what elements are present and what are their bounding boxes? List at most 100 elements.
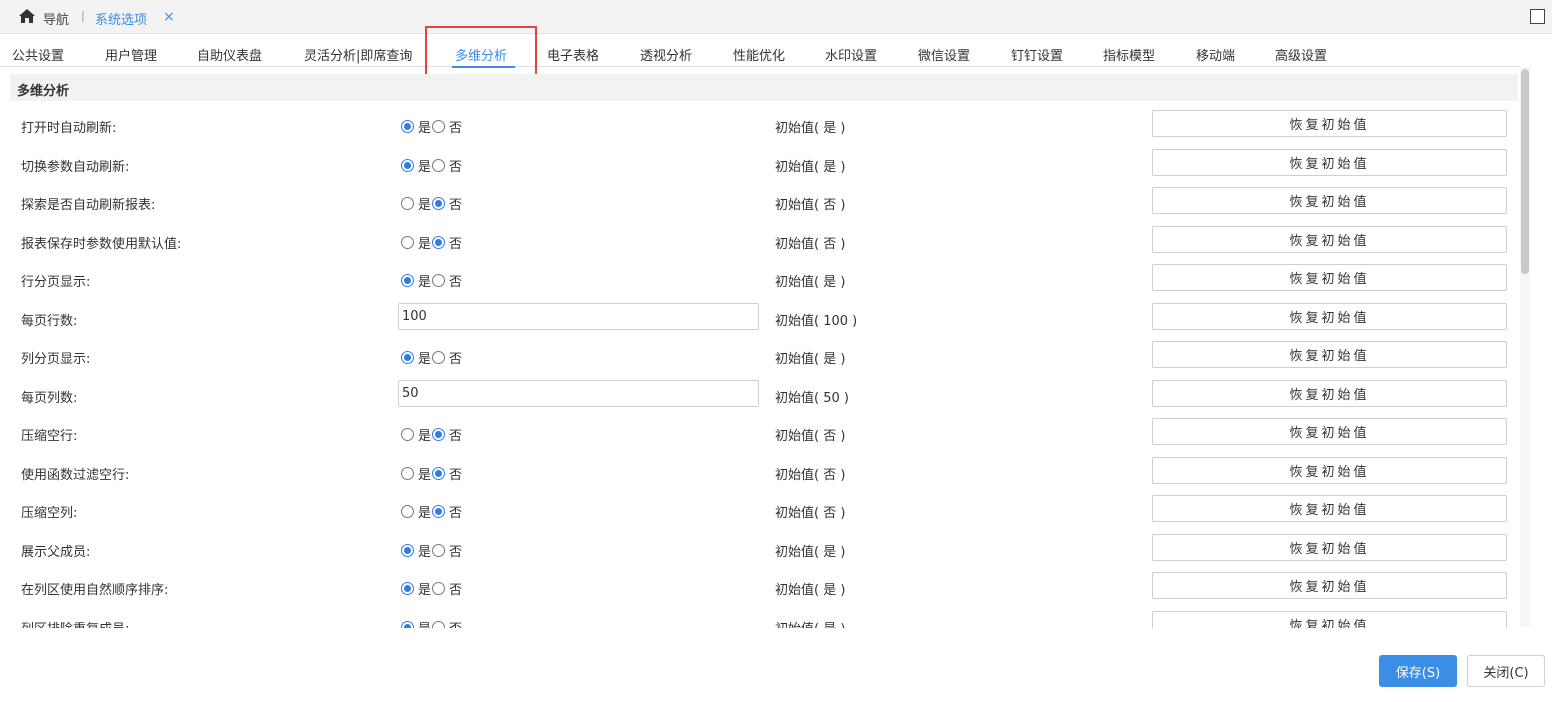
setting-row: 压缩空行: 是否 初始值( 否 ) 恢复初始值 — [0, 413, 1518, 452]
close-tab-icon[interactable]: × — [163, 9, 175, 25]
radio-no[interactable] — [432, 543, 446, 557]
radio-yes[interactable] — [401, 582, 414, 595]
tab-dingtalk[interactable]: 钉钉设置 — [1011, 45, 1063, 64]
radio-yes-label[interactable]: 是 — [418, 194, 431, 213]
reset-default-button[interactable]: 恢复初始值 — [1152, 456, 1507, 484]
radio-no[interactable] — [432, 620, 446, 628]
tab-watermark[interactable]: 水印设置 — [825, 45, 877, 64]
radio-yes-label[interactable]: 是 — [418, 541, 431, 560]
reset-default-button[interactable]: 恢复初始值 — [1152, 148, 1507, 176]
radio-no[interactable] — [432, 235, 446, 249]
open-tab-system-options[interactable]: 系统选项 — [95, 9, 147, 28]
maximize-icon[interactable] — [1530, 9, 1545, 24]
reset-default-button[interactable]: 恢复初始值 — [1152, 341, 1507, 368]
radio-no[interactable] — [432, 505, 446, 518]
radio-yes[interactable] — [401, 620, 414, 628]
radio-yes[interactable] — [401, 428, 414, 441]
initial-value-text: 初始值( 是 ) — [775, 544, 846, 560]
radio-yes[interactable] — [401, 235, 414, 249]
radio-no-label[interactable]: 否 — [449, 117, 462, 136]
radio-no-label[interactable]: 否 — [449, 271, 462, 290]
initial-value-text: 初始值( 100 ) — [775, 313, 858, 329]
radio-yes[interactable] — [401, 197, 414, 210]
tab-spreadsheet[interactable]: 电子表格 — [547, 45, 599, 64]
reset-default-button[interactable]: 恢复初始值 — [1152, 533, 1507, 561]
save-button[interactable]: 保存(S) — [1379, 655, 1457, 687]
radio-yes[interactable] — [401, 466, 414, 480]
radio-no-label[interactable]: 否 — [449, 194, 462, 213]
scrollbar-thumb[interactable] — [1521, 69, 1529, 274]
tab-user-management[interactable]: 用户管理 — [105, 45, 157, 64]
radio-no[interactable] — [432, 274, 446, 287]
reset-default-button[interactable]: 恢复初始值 — [1152, 418, 1507, 445]
initial-value-text: 初始值( 否 ) — [775, 429, 846, 444]
initial-value-text: 初始值( 否 ) — [775, 236, 846, 252]
home-icon[interactable] — [18, 8, 36, 24]
radio-yes-label[interactable]: 是 — [418, 348, 431, 367]
radio-yes[interactable] — [401, 505, 414, 518]
reset-default-button[interactable]: 恢复初始值 — [1152, 264, 1507, 291]
setting-row: 报表保存时参数使用默认值: 是否 初始值( 否 ) 恢复初始值 — [0, 221, 1518, 260]
radio-yes-label[interactable]: 是 — [418, 117, 431, 136]
radio-yes-label[interactable]: 是 — [418, 502, 431, 521]
tab-advanced[interactable]: 高级设置 — [1275, 45, 1327, 64]
tab-performance[interactable]: 性能优化 — [733, 45, 785, 64]
setting-value-input[interactable] — [398, 302, 759, 330]
tab-mobile[interactable]: 移动端 — [1196, 45, 1235, 64]
radio-no[interactable] — [432, 466, 446, 480]
radio-yes-label[interactable]: 是 — [418, 464, 431, 483]
scrollbar[interactable] — [1520, 67, 1530, 627]
radio-no[interactable] — [432, 351, 446, 364]
tab-public-settings[interactable]: 公共设置 — [12, 45, 64, 64]
reset-default-button[interactable]: 恢复初始值 — [1152, 572, 1507, 599]
reset-default-button[interactable]: 恢复初始值 — [1152, 225, 1507, 253]
setting-label: 列分页显示: — [21, 352, 91, 367]
radio-no[interactable] — [432, 158, 446, 172]
setting-row: 探索是否自动刷新报表: 是否 初始值( 否 ) 恢复初始值 — [0, 182, 1518, 221]
radio-group: 是否 — [401, 271, 463, 290]
setting-label: 列区排除重复成员: — [21, 618, 129, 629]
radio-no[interactable] — [432, 428, 446, 441]
tab-self-dashboard[interactable]: 自助仪表盘 — [197, 45, 262, 64]
radio-no-label[interactable]: 否 — [449, 425, 462, 444]
reset-default-button[interactable]: 恢复初始值 — [1152, 110, 1507, 137]
radio-yes[interactable] — [401, 274, 414, 287]
radio-yes-label[interactable]: 是 — [418, 425, 431, 444]
radio-no[interactable] — [432, 582, 446, 595]
radio-yes-label[interactable]: 是 — [418, 233, 431, 252]
reset-default-button[interactable]: 恢复初始值 — [1152, 187, 1507, 214]
nav-label[interactable]: 导航 — [43, 9, 69, 28]
setting-value-input[interactable] — [398, 379, 759, 407]
radio-yes-label[interactable]: 是 — [418, 579, 431, 598]
radio-no-label[interactable]: 否 — [449, 541, 462, 560]
radio-yes[interactable] — [401, 120, 414, 133]
tab-wechat[interactable]: 微信设置 — [918, 45, 970, 64]
radio-no-label[interactable]: 否 — [449, 233, 462, 252]
radio-yes[interactable] — [401, 543, 414, 557]
radio-yes[interactable] — [401, 158, 414, 172]
radio-group: 是否 — [401, 194, 463, 213]
initial-value-text: 初始值( 50 ) — [775, 390, 849, 406]
reset-default-button[interactable]: 恢复初始值 — [1152, 610, 1507, 628]
radio-no-label[interactable]: 否 — [449, 618, 462, 629]
close-button[interactable]: 关闭(C) — [1467, 655, 1545, 687]
reset-default-button[interactable]: 恢复初始值 — [1152, 379, 1507, 407]
reset-default-button[interactable]: 恢复初始值 — [1152, 495, 1507, 522]
reset-default-button[interactable]: 恢复初始值 — [1152, 302, 1507, 330]
radio-yes-label[interactable]: 是 — [418, 271, 431, 290]
radio-group: 是否 — [401, 618, 463, 629]
top-bar: 导航 | 系统选项 × — [0, 0, 1552, 34]
radio-yes[interactable] — [401, 351, 414, 364]
radio-no-label[interactable]: 否 — [449, 348, 462, 367]
radio-no-label[interactable]: 否 — [449, 502, 462, 521]
radio-yes-label[interactable]: 是 — [418, 156, 431, 175]
tab-flexible-analysis[interactable]: 灵活分析|即席查询 — [304, 45, 412, 64]
tab-pivot-analysis[interactable]: 透视分析 — [640, 45, 692, 64]
radio-no[interactable] — [432, 197, 446, 210]
radio-yes-label[interactable]: 是 — [418, 618, 431, 629]
tab-metric-model[interactable]: 指标模型 — [1103, 45, 1155, 64]
radio-no[interactable] — [432, 120, 446, 133]
radio-no-label[interactable]: 否 — [449, 156, 462, 175]
radio-no-label[interactable]: 否 — [449, 579, 462, 598]
radio-no-label[interactable]: 否 — [449, 464, 462, 483]
